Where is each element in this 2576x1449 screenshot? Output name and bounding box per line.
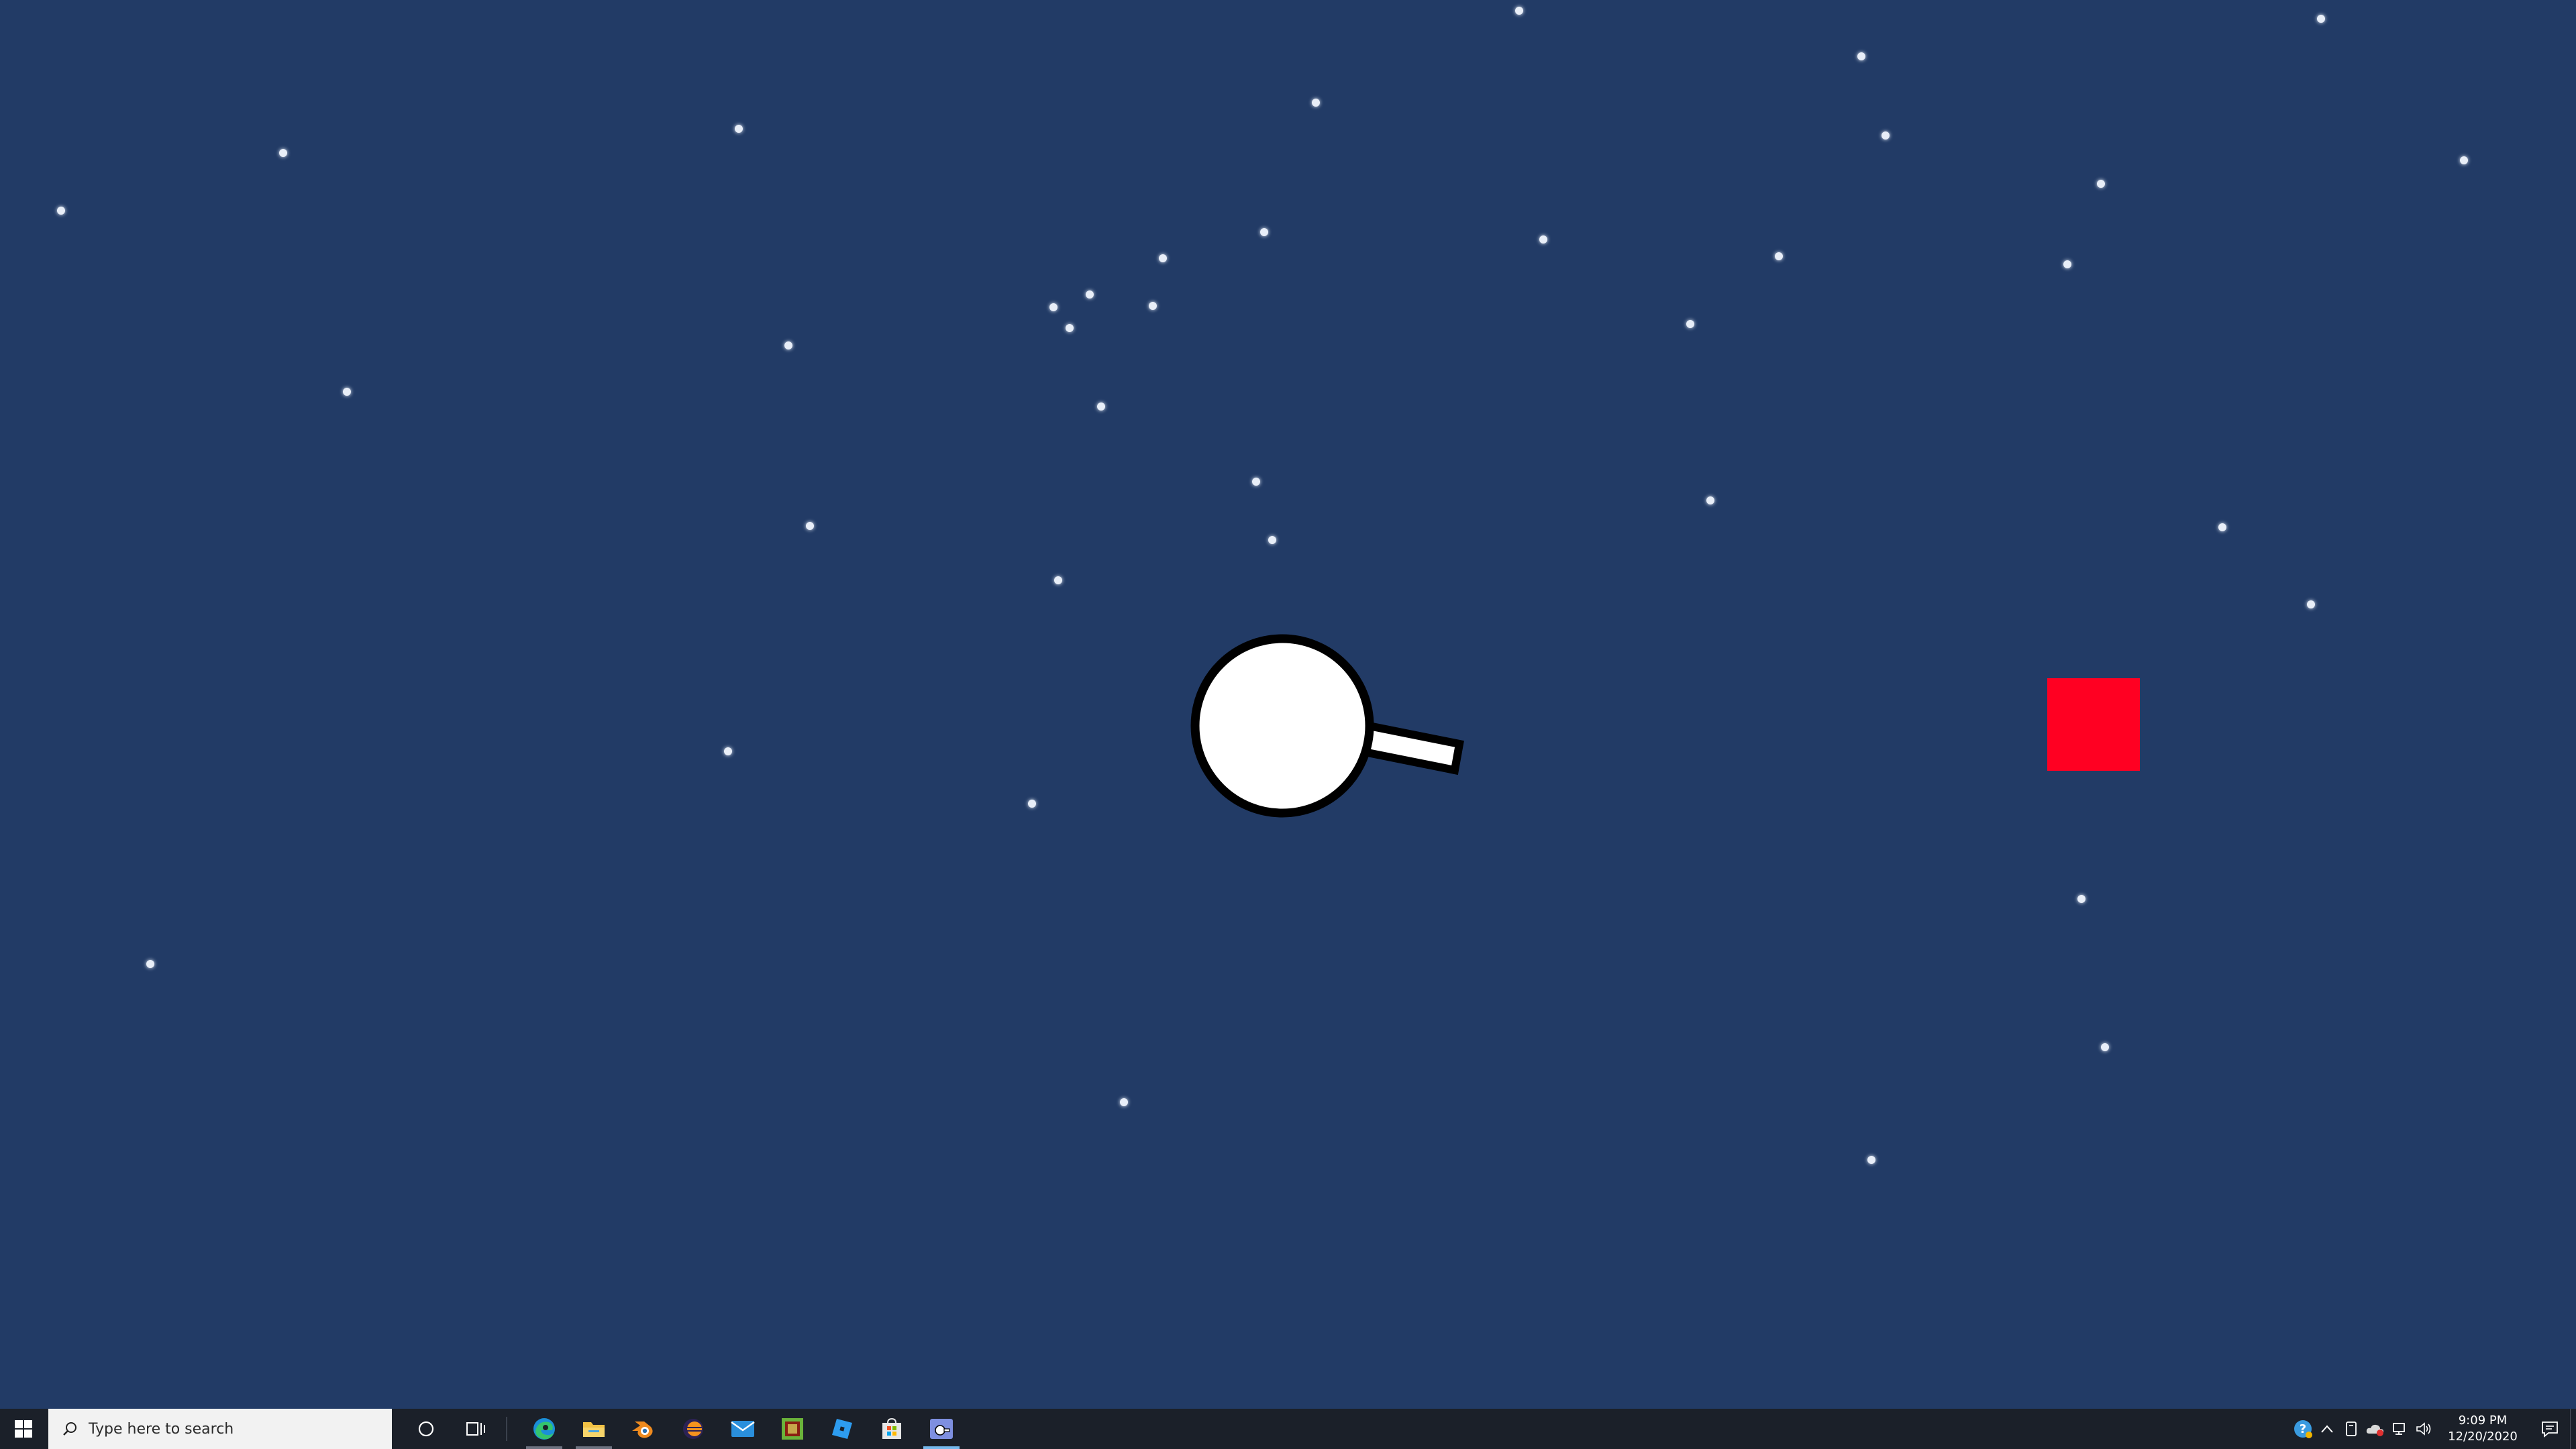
taskbar-app-store[interactable] [867,1409,917,1449]
star [1268,536,1276,544]
store-icon [882,1417,901,1439]
star [1066,324,1074,332]
star [1882,131,1890,140]
star [1260,228,1268,236]
system-tray: ? 9:09 PM 12/20/2020 [2291,1409,2576,1449]
star [2097,180,2105,188]
star-field [57,7,2468,1164]
star [1097,402,1105,411]
player-tank [1190,634,1464,818]
taskbar-app-edge[interactable] [519,1409,569,1449]
network-icon [2393,1423,2405,1435]
search-icon [63,1422,76,1436]
star [806,522,814,530]
taskbar-app-game-window[interactable] [917,1409,966,1449]
star [1159,254,1167,262]
star [2063,260,2071,268]
cortana-button[interactable] [401,1409,451,1449]
star [735,125,743,133]
player-body [1190,634,1374,818]
star [2218,523,2226,531]
onedrive-icon [2366,1424,2384,1436]
clock-time: 9:09 PM [2458,1413,2508,1428]
tray-onedrive[interactable] [2363,1409,2387,1449]
tray-show-hidden[interactable] [2315,1409,2339,1449]
roblox-studio-icon [832,1419,852,1439]
game-window-icon [930,1419,953,1439]
file-explorer-icon [583,1422,605,1437]
taskbar-app-eclipse[interactable] [668,1409,718,1449]
player-barrel [1359,720,1464,775]
star [1686,320,1694,328]
clock-date: 12/20/2020 [2448,1430,2518,1444]
star [1857,52,1865,60]
start-button[interactable] [0,1409,47,1449]
star [1775,252,1783,260]
star [1867,1156,1875,1164]
tray-help[interactable]: ? [2291,1409,2315,1449]
volume-icon [2416,1422,2431,1436]
task-view-icon [466,1422,485,1436]
help-icon: ? [2294,1420,2312,1438]
star [279,149,287,157]
tray-volume[interactable] [2412,1409,2436,1449]
star [2077,895,2085,903]
taskbar-app-mail[interactable] [718,1409,768,1449]
clock[interactable]: 9:09 PM 12/20/2020 [2442,1413,2523,1445]
star [1312,99,1320,107]
windows-logo-icon [15,1420,32,1438]
tray-device[interactable] [2339,1409,2363,1449]
game-scene[interactable] [0,0,2576,1409]
mail-icon [731,1421,755,1437]
taskbar-app-file-explorer[interactable] [569,1409,619,1449]
chevron-up-icon [2321,1425,2333,1433]
task-view-button[interactable] [451,1409,501,1449]
star [1706,496,1714,504]
taskbar-app-roblox-studio[interactable] [817,1409,867,1449]
star [1054,576,1062,584]
star [1028,800,1036,808]
star [2317,15,2325,23]
eclipse-icon [683,1419,703,1439]
star [2307,600,2315,608]
taskbar: Type here to search ? 9:09 PM 12/20/2020 [0,1409,2576,1449]
star [724,747,732,755]
star [2101,1043,2109,1051]
star [1120,1098,1128,1106]
star [1086,290,1094,299]
taskbar-separator [506,1417,507,1441]
notifications-icon [2542,1421,2558,1438]
show-desktop-button[interactable] [2570,1409,2576,1449]
star [146,960,154,968]
svg-text:?: ? [2300,1422,2306,1436]
taskbar-app-blender[interactable] [619,1409,668,1449]
game-canvas[interactable] [0,0,2576,1409]
star [2460,156,2468,164]
search-input[interactable]: Type here to search [48,1409,392,1449]
search-placeholder: Type here to search [89,1420,234,1438]
tray-network[interactable] [2387,1409,2412,1449]
blender-icon [632,1421,653,1438]
star [1049,303,1058,311]
edge-icon [533,1418,555,1440]
star [1149,302,1157,310]
cortana-icon [418,1421,434,1437]
star [343,388,351,396]
minecraft-icon [782,1418,803,1440]
taskbar-app-minecraft[interactable] [768,1409,817,1449]
star [784,341,792,350]
star [1252,478,1260,486]
star [1539,235,1547,244]
enemy-square [2047,678,2140,771]
star [57,207,65,215]
usb-device-icon [2346,1421,2357,1436]
notifications-button[interactable] [2530,1409,2570,1449]
star [1515,7,1523,15]
